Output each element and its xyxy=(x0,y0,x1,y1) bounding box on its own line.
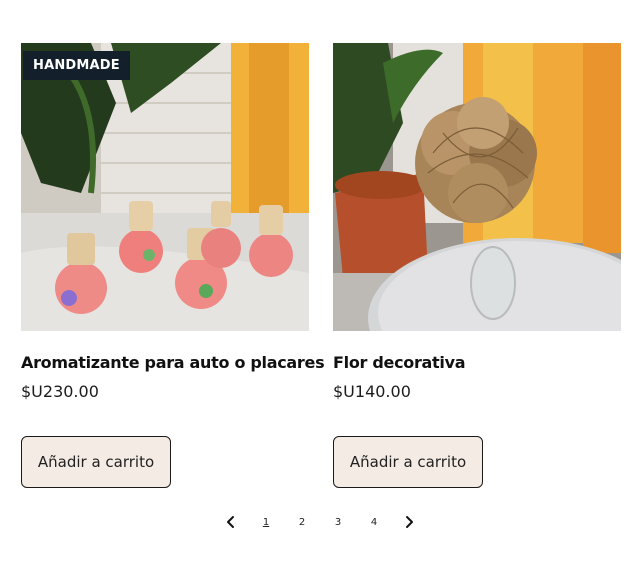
page-3-link[interactable]: 3 xyxy=(320,517,356,528)
product-title[interactable]: Aromatizante para auto o placares xyxy=(21,352,325,374)
page-2-link[interactable]: 2 xyxy=(284,517,320,528)
product-image xyxy=(333,43,621,331)
handmade-badge: HANDMADE xyxy=(23,51,130,80)
product-card: HANDMADE Aromatizante para auto o placar… xyxy=(21,43,325,488)
product-image-link[interactable]: HANDMADE xyxy=(21,43,309,331)
product-price: $U140.00 xyxy=(333,382,411,401)
product-card: Flor decorativa $U140.00 Añadir a carrit… xyxy=(333,43,621,488)
chevron-left-icon[interactable] xyxy=(222,513,240,531)
product-image-link[interactable] xyxy=(333,43,621,331)
add-to-cart-button[interactable]: Añadir a carrito xyxy=(333,436,483,488)
add-to-cart-button[interactable]: Añadir a carrito xyxy=(21,436,171,488)
chevron-right-icon[interactable] xyxy=(400,513,418,531)
product-title[interactable]: Flor decorativa xyxy=(333,352,621,374)
product-image xyxy=(21,43,309,331)
product-price: $U230.00 xyxy=(21,382,99,401)
pagination: 1 2 3 4 xyxy=(222,512,418,532)
page-4-link[interactable]: 4 xyxy=(356,517,392,528)
page-1-link[interactable]: 1 xyxy=(248,517,284,528)
